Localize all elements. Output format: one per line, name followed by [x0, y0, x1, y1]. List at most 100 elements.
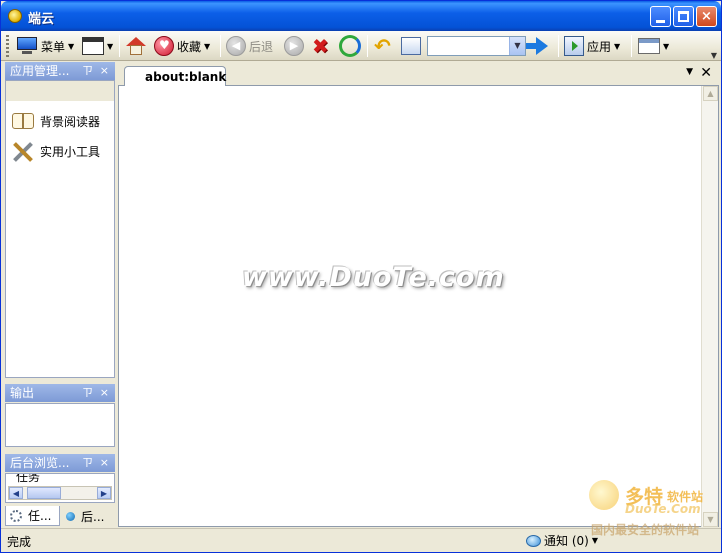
logo-slogan: 国内最安全的软件站	[591, 523, 700, 537]
toolbar-grip[interactable]	[6, 35, 9, 57]
undo-icon: ↶	[374, 34, 391, 58]
scroll-left-icon[interactable]: ◀	[9, 487, 23, 499]
logo-domain: DuoTe.Com	[625, 502, 701, 516]
stop-icon: ✖	[312, 34, 329, 58]
refresh-icon	[339, 35, 361, 57]
heart-icon	[154, 36, 174, 56]
title-bar[interactable]: 端云 ×	[1, 1, 721, 31]
vertical-scrollbar[interactable]: ▲ ▼	[701, 86, 718, 527]
browser-area: about:blank ▼ ✕ www.DuoTe.com ▲ ▼	[118, 62, 719, 527]
book-icon	[11, 110, 35, 132]
undo-button[interactable]: ↶	[374, 34, 391, 58]
refresh-button[interactable]	[339, 34, 361, 58]
window-title: 端云	[28, 12, 55, 27]
chevron-down-icon: ▼	[68, 41, 75, 51]
maximize-button[interactable]	[673, 6, 694, 27]
close-icon[interactable]: ×	[100, 384, 109, 402]
window-menu-button[interactable]: ▼	[82, 34, 113, 58]
chevron-down-icon: ▼	[663, 41, 670, 51]
minimize-icon	[656, 20, 665, 23]
pin-icon[interactable]: ㄗ	[82, 454, 93, 472]
main-toolbar: 菜单 ▼ ▼ 收藏 ▼ ◀ 后退 ▶ ✖	[1, 31, 721, 61]
tab-list-dropdown-icon[interactable]: ▼	[686, 67, 693, 77]
close-tab-icon[interactable]: ✕	[700, 65, 712, 81]
maximize-icon	[678, 11, 689, 22]
sidebar-bottom-tabs: 任... 后...	[5, 506, 115, 527]
globe-icon	[66, 511, 75, 521]
favorites-label: 收藏	[177, 39, 202, 54]
home-icon	[126, 36, 146, 56]
chevron-down-icon: ▼	[107, 41, 114, 51]
chevron-down-icon: ▼	[204, 41, 211, 51]
toolbar-separator	[631, 35, 632, 57]
status-text: 完成	[7, 535, 32, 549]
clipboard-icon	[401, 37, 421, 55]
address-dropdown-button[interactable]: ▼	[509, 37, 525, 55]
close-icon[interactable]: ×	[100, 62, 109, 80]
minimize-button[interactable]	[650, 6, 671, 27]
chevron-down-icon: ▼	[614, 41, 621, 51]
tab-title: about:blank	[145, 70, 227, 84]
tab-label: 后...	[81, 509, 105, 524]
toolbar-separator	[220, 35, 221, 57]
address-combobox[interactable]: ▼	[427, 36, 526, 56]
scroll-up-icon[interactable]: ▲	[703, 86, 718, 101]
scroll-thumb[interactable]	[27, 487, 61, 499]
favorites-button[interactable]: 收藏 ▼	[154, 34, 210, 58]
apps-label: 应用	[587, 39, 612, 54]
panel-title: 后台浏览...	[10, 456, 70, 470]
tools-icon	[11, 140, 35, 162]
pin-icon[interactable]: ㄗ	[82, 384, 93, 402]
app-logo-icon	[8, 9, 22, 23]
scroll-right-icon[interactable]: ▶	[97, 487, 111, 499]
chat-bubble-icon	[526, 534, 541, 547]
app-item-label: 背景阅读器	[40, 114, 101, 129]
window-icon	[82, 37, 104, 55]
app-icon	[564, 36, 584, 56]
notify-label: 通知 (0)	[544, 534, 589, 548]
menu-label: 菜单	[41, 39, 66, 54]
app-item-reader[interactable]: 背景阅读器	[11, 109, 100, 133]
apps-button[interactable]: 应用 ▼	[564, 34, 620, 58]
back-label: 后退	[249, 39, 274, 54]
tab-background[interactable]: 后...	[62, 506, 115, 526]
mascot-icon	[589, 480, 619, 510]
output-header: 输出 ㄗ ×	[5, 384, 115, 402]
panel-title: 输出	[10, 386, 35, 400]
left-sidebar: 应用管理... ㄗ × 背景阅读器 实用小工具 输出 ㄗ × 后台浏览... ㄗ…	[5, 62, 115, 527]
forward-icon: ▶	[284, 36, 304, 56]
tab-strip: about:blank ▼ ✕	[118, 62, 719, 87]
close-button[interactable]: ×	[696, 6, 717, 27]
app-item-label: 实用小工具	[40, 144, 101, 159]
web-page[interactable]: www.DuoTe.com ▲ ▼	[118, 86, 719, 527]
column-header[interactable]: 任务	[16, 474, 40, 485]
tab-label: 任...	[28, 509, 52, 523]
tab-cards-icon	[638, 38, 660, 54]
app-manager-header: 应用管理... ㄗ ×	[5, 62, 115, 80]
close-icon[interactable]: ×	[100, 454, 109, 472]
stop-button[interactable]: ✖	[312, 34, 329, 58]
forward-button[interactable]: ▶	[284, 34, 304, 58]
bg-browse-header: 后台浏览... ㄗ ×	[5, 454, 115, 472]
output-panel[interactable]	[5, 403, 115, 447]
toolbar-overflow-icon[interactable]: ▼	[711, 51, 717, 60]
app-item-tools[interactable]: 实用小工具	[11, 139, 100, 163]
back-button[interactable]: ◀ 后退	[226, 34, 273, 58]
go-button[interactable]	[526, 34, 548, 58]
horizontal-scrollbar[interactable]: ◀ ▶	[8, 486, 112, 500]
clipboard-button[interactable]	[401, 34, 421, 58]
toolbar-separator	[119, 35, 120, 57]
tab-tasks[interactable]: 任...	[5, 506, 60, 526]
notification-button[interactable]: 通知 (0) ▼	[526, 532, 598, 549]
panel-title: 应用管理...	[10, 64, 70, 78]
menu-button[interactable]: 菜单 ▼	[16, 34, 74, 58]
app-manager-panel: 背景阅读器 实用小工具	[5, 80, 115, 378]
back-icon: ◀	[226, 36, 246, 56]
home-button[interactable]	[126, 34, 146, 58]
app-manager-toolstrip	[6, 81, 114, 101]
tab-about-blank[interactable]: about:blank	[124, 66, 226, 87]
duote-logo-watermark: 多特 软件站 DuoTe.Com 国内最安全的软件站	[589, 478, 721, 538]
close-icon: ×	[701, 9, 712, 24]
pin-icon[interactable]: ㄗ	[82, 62, 93, 80]
tab-list-button[interactable]: ▼	[638, 34, 669, 58]
